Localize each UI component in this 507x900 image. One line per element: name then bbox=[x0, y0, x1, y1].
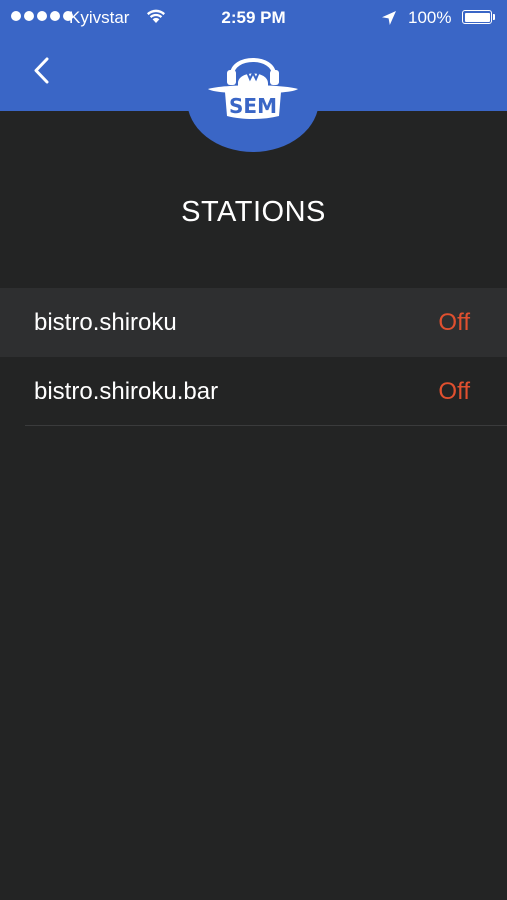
station-name: bistro.shiroku bbox=[34, 309, 177, 336]
station-name: bistro.shiroku.bar bbox=[34, 378, 219, 405]
row-divider bbox=[25, 425, 507, 426]
svg-text:SEM: SEM bbox=[229, 94, 277, 118]
chevron-left-icon bbox=[34, 57, 49, 84]
back-button[interactable] bbox=[22, 48, 62, 94]
station-status: Off bbox=[438, 378, 470, 405]
page-title: STATIONS bbox=[181, 196, 326, 228]
station-status: Off bbox=[438, 309, 470, 336]
battery-percentage: 100% bbox=[408, 8, 452, 27]
battery-icon bbox=[462, 10, 492, 24]
station-row-bistro-shiroku-bar[interactable]: bistro.shiroku.bar Off bbox=[0, 357, 507, 426]
battery-tip bbox=[493, 14, 495, 20]
sem-logo: SEM bbox=[203, 42, 303, 132]
station-row-bistro-shiroku[interactable]: bistro.shiroku Off bbox=[0, 288, 507, 357]
app-screen: Kyivstar 2:59 PM 100% SEM STATIONS bistr… bbox=[0, 0, 507, 900]
status-bar: Kyivstar 2:59 PM 100% bbox=[0, 0, 507, 36]
station-list: bistro.shiroku Off bistro.shiroku.bar Of… bbox=[0, 288, 507, 426]
location-arrow-icon bbox=[381, 10, 397, 31]
